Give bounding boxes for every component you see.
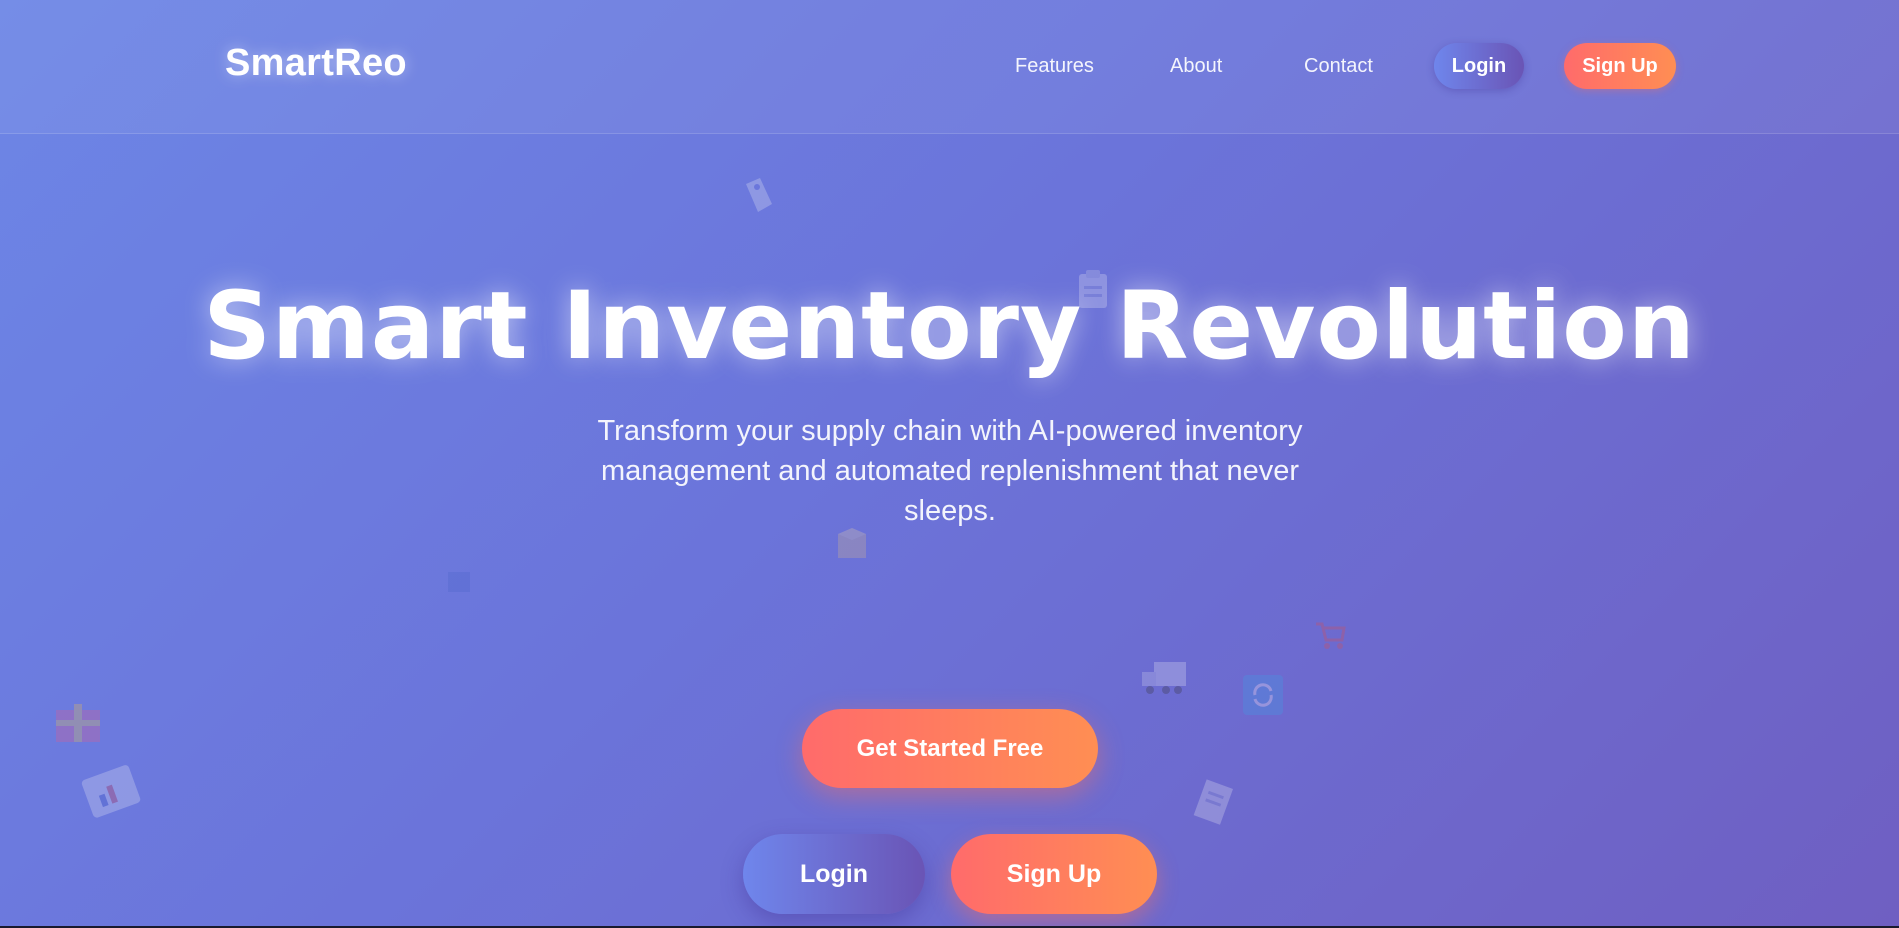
hero-title: Smart Inventory Revolution bbox=[203, 272, 1696, 381]
truck-icon bbox=[1142, 662, 1186, 694]
brand-logo[interactable]: SmartReo bbox=[225, 42, 407, 85]
nav-login-button[interactable]: Login bbox=[1434, 43, 1524, 89]
box-icon bbox=[448, 572, 470, 592]
tag-icon bbox=[746, 178, 772, 212]
hero-subtitle: Transform your supply chain with AI-powe… bbox=[597, 415, 1303, 527]
refresh-icon bbox=[1243, 675, 1283, 715]
nav-signup-button[interactable]: Sign Up bbox=[1564, 43, 1676, 89]
gift-icon bbox=[56, 704, 100, 742]
document-icon bbox=[1193, 779, 1233, 825]
hero-login-button[interactable]: Login bbox=[743, 834, 925, 914]
nav-link-about[interactable]: About bbox=[1170, 55, 1222, 78]
nav-link-features[interactable]: Features bbox=[1015, 55, 1094, 78]
get-started-button[interactable]: Get Started Free bbox=[802, 709, 1098, 788]
chart-icon bbox=[81, 765, 141, 818]
hero-signup-button[interactable]: Sign Up bbox=[951, 834, 1157, 914]
top-navbar: SmartReo Features About Contact Login Si… bbox=[0, 0, 1899, 134]
nav-link-contact[interactable]: Contact bbox=[1304, 55, 1373, 78]
cart-icon bbox=[1316, 622, 1346, 649]
